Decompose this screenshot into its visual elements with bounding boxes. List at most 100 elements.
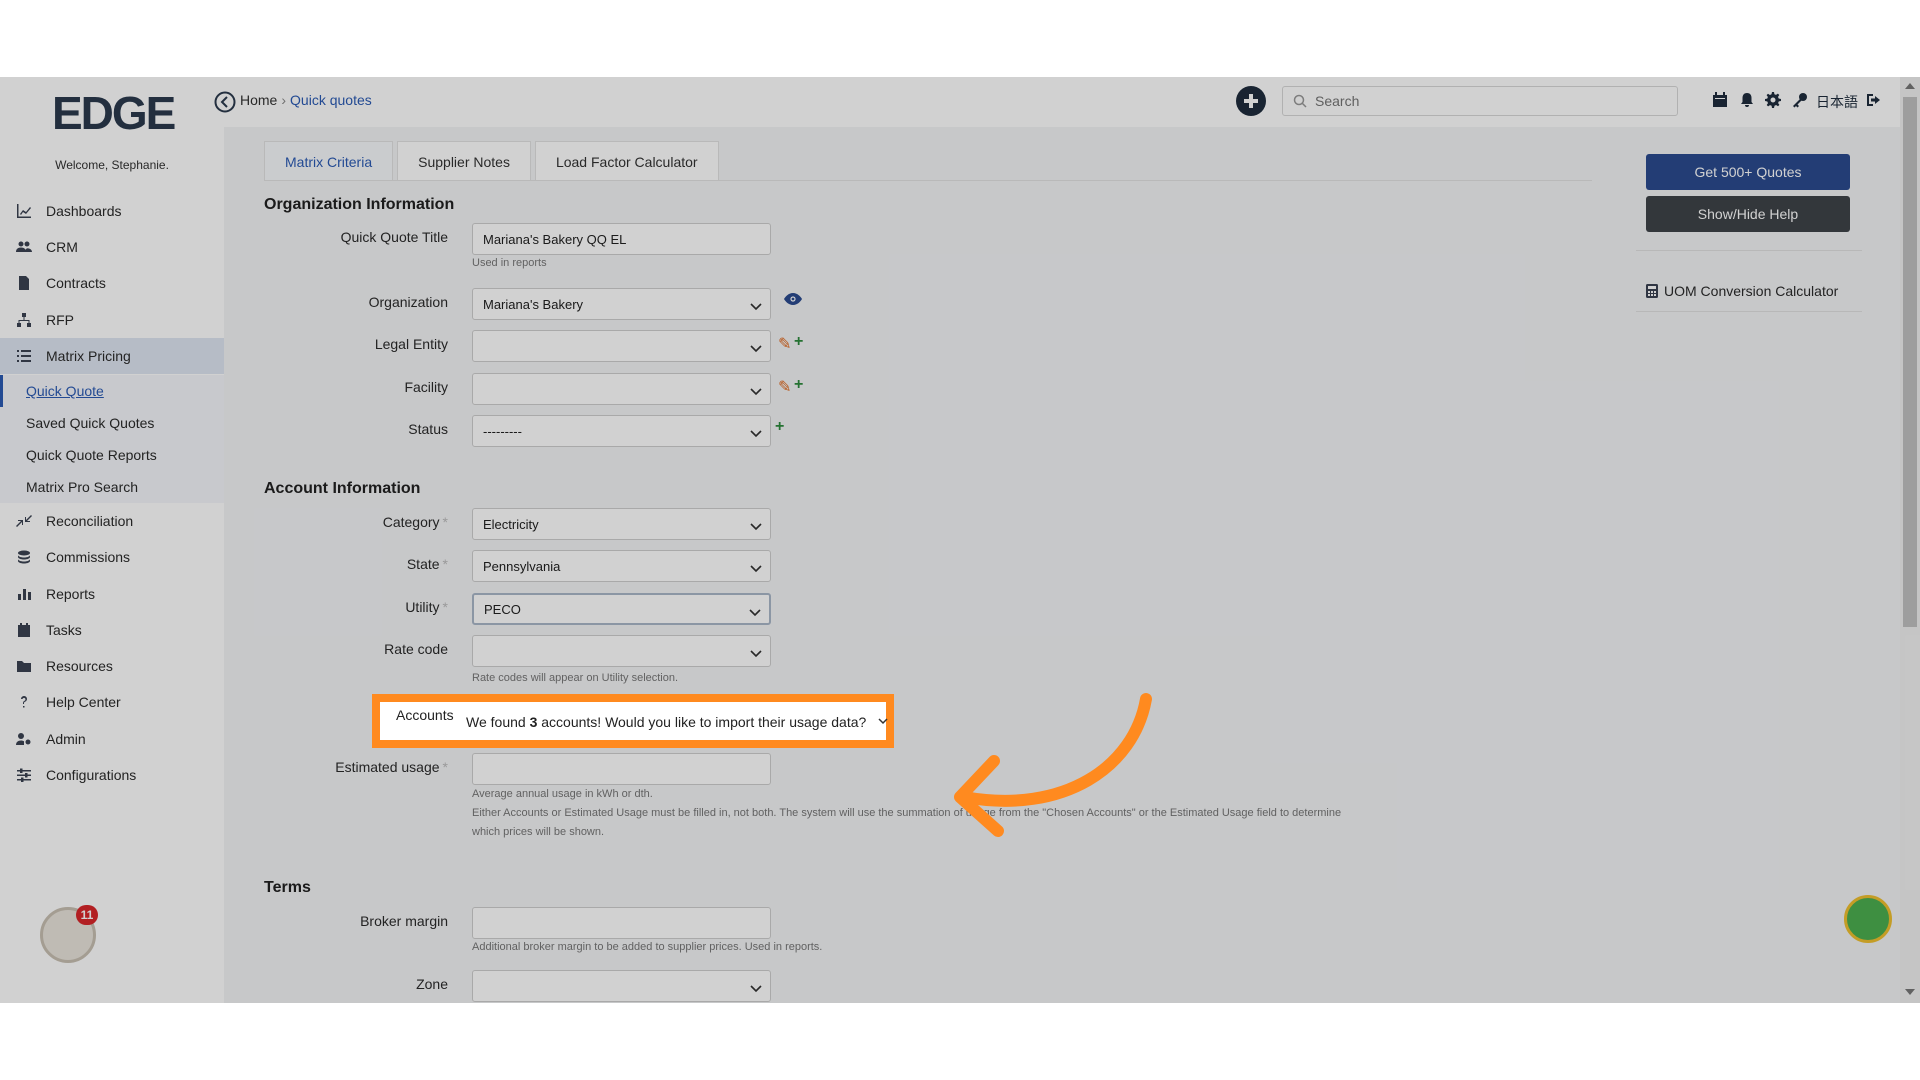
scroll-down-arrow-icon[interactable] [1904, 987, 1916, 997]
section-terms: Terms [264, 879, 311, 896]
sidebar-subitem-quick-quote-reports[interactable]: Quick Quote Reports [0, 439, 224, 471]
quick-quote-title-input[interactable]: Mariana's Bakery QQ EL [472, 223, 771, 255]
section-organization-information: Organization Information [264, 196, 455, 213]
add-facility-plus-icon[interactable]: + [794, 376, 803, 394]
edit-legal-entity-pencil-icon[interactable]: ✎ [778, 334, 791, 354]
chevron-down-icon [750, 384, 762, 396]
sidebar-item-dashboards[interactable]: Dashboards [0, 193, 224, 229]
tab-bar: Matrix Criteria Supplier Notes Load Fact… [264, 141, 723, 181]
sidebar-item-reconciliation[interactable]: Reconciliation [0, 503, 224, 539]
tab-divider [264, 180, 1592, 181]
search-box[interactable] [1282, 86, 1678, 116]
state-select[interactable]: Pennsylvania [472, 550, 771, 582]
add-status-plus-icon[interactable]: + [775, 418, 784, 436]
uom-conversion-calculator-link[interactable]: UOM Conversion Calculator [1646, 283, 1838, 299]
facility-label: Facility [404, 379, 448, 395]
tab-matrix-criteria[interactable]: Matrix Criteria [264, 141, 394, 181]
utility-select[interactable]: PECO [472, 593, 771, 625]
eye-icon[interactable] [784, 293, 802, 305]
status-label: Status [408, 421, 448, 437]
svg-text:EDGE: EDGE [52, 87, 175, 135]
sidebar-item-commissions[interactable]: Commissions [0, 539, 224, 575]
bell-icon[interactable] [1739, 92, 1757, 110]
scroll-up-arrow-icon[interactable] [1904, 81, 1916, 91]
welcome-text: Welcome, Stephanie. [55, 158, 169, 172]
sidebar-item-contracts[interactable]: Contracts [0, 265, 224, 301]
sidebar-item-tasks[interactable]: Tasks [0, 612, 224, 648]
key-icon[interactable] [1792, 92, 1810, 110]
accounts-highlight-box[interactable]: Accounts We found 3 accounts! Would you … [372, 694, 894, 748]
logout-icon[interactable] [1866, 92, 1884, 110]
facility-select[interactable] [472, 373, 771, 405]
zone-label: Zone [416, 976, 448, 992]
sidebar-item-matrix-pricing[interactable]: Matrix Pricing [0, 338, 224, 374]
estimated-usage-note-cont: which prices will be shown. [472, 826, 605, 838]
get-quotes-button[interactable]: Get 500+ Quotes [1646, 154, 1850, 190]
legal-entity-select[interactable] [472, 330, 771, 362]
notification-count-badge: 11 [76, 905, 98, 925]
add-new-icon[interactable] [1236, 86, 1266, 116]
sidebar-item-label: CRM [46, 239, 78, 255]
sidebar-item-label: Matrix Pricing [46, 348, 131, 364]
sidebar-item-reports[interactable]: Reports [0, 576, 224, 612]
bar-chart-icon [0, 586, 46, 602]
folder-icon [0, 658, 46, 674]
rate-code-select[interactable] [472, 635, 771, 667]
list-icon [0, 348, 46, 364]
sidebar-subitem-matrix-pro-search[interactable]: Matrix Pro Search [0, 471, 224, 503]
breadcrumb-home[interactable]: Home [240, 92, 277, 108]
tab-load-factor-calculator[interactable]: Load Factor Calculator [534, 141, 719, 181]
chevron-down-icon [750, 426, 762, 438]
estimated-usage-input[interactable] [472, 753, 771, 785]
calendar-icon[interactable] [1712, 92, 1730, 110]
sidebar-item-label: Dashboards [46, 203, 122, 219]
utility-value: PECO [484, 601, 521, 617]
chevron-down-icon [750, 341, 762, 353]
tab-supplier-notes[interactable]: Supplier Notes [397, 141, 531, 181]
status-select[interactable]: --------- [472, 415, 771, 447]
search-input[interactable] [1315, 93, 1655, 109]
sidebar-item-admin[interactable]: Admin [0, 721, 224, 757]
sidebar-item-configurations[interactable]: Configurations [0, 757, 224, 793]
uom-conversion-calculator-label: UOM Conversion Calculator [1664, 283, 1839, 299]
sidebar-item-resources[interactable]: Resources [0, 648, 224, 684]
organization-select[interactable]: Mariana's Bakery [472, 288, 771, 320]
sidebar-item-label: Help Center [46, 694, 121, 710]
chevron-down-icon[interactable] [878, 716, 888, 726]
breadcrumb-quick-quotes[interactable]: Quick quotes [290, 92, 372, 108]
chevron-down-icon [750, 561, 762, 573]
broker-margin-input[interactable] [472, 907, 771, 939]
back-arrow-icon[interactable] [214, 91, 236, 113]
zone-select[interactable] [472, 970, 771, 1002]
chevron-down-icon [750, 299, 762, 311]
question-icon [0, 694, 46, 710]
sidebar-subitem-quick-quote[interactable]: Quick Quote [0, 375, 224, 407]
sidebar-item-rfp[interactable]: RFP [0, 302, 224, 338]
sidebar-item-label: Configurations [46, 767, 137, 783]
chevron-down-icon [750, 981, 762, 993]
user-cog-icon [0, 731, 46, 747]
category-select[interactable]: Electricity [472, 508, 771, 540]
accounts-label: Accounts [396, 707, 454, 723]
edge-logo[interactable]: EDGE [52, 87, 176, 135]
section-account-information: Account Information [264, 480, 421, 497]
sidebar-subitem-saved-quick-quotes[interactable]: Saved Quick Quotes [0, 407, 224, 439]
chat-assistant-avatar[interactable] [1844, 895, 1892, 943]
sidebar-item-crm[interactable]: CRM [0, 229, 224, 265]
scrollbar-thumb[interactable] [1903, 97, 1917, 627]
calendar-check-icon [0, 622, 46, 638]
accounts-import-prompt[interactable]: We found 3 accounts! Would you like to i… [466, 714, 866, 730]
sidebar-item-help-center[interactable]: Help Center [0, 684, 224, 720]
state-value: Pennsylvania [483, 558, 561, 574]
app-window: EDGE Welcome, Stephanie. Dashboards CRM … [0, 77, 1920, 1003]
broker-margin-help: Additional broker margin to be added to … [472, 941, 823, 953]
edit-facility-pencil-icon[interactable]: ✎ [778, 377, 791, 397]
add-legal-entity-plus-icon[interactable]: + [794, 333, 803, 351]
chart-line-icon [0, 203, 46, 219]
language-switch[interactable]: 日本語 [1816, 92, 1858, 112]
status-value: --------- [483, 423, 522, 439]
rate-code-label: Rate code [384, 641, 448, 657]
gear-icon[interactable] [1765, 92, 1783, 110]
divider [1636, 311, 1862, 312]
show-hide-help-button[interactable]: Show/Hide Help [1646, 196, 1850, 232]
